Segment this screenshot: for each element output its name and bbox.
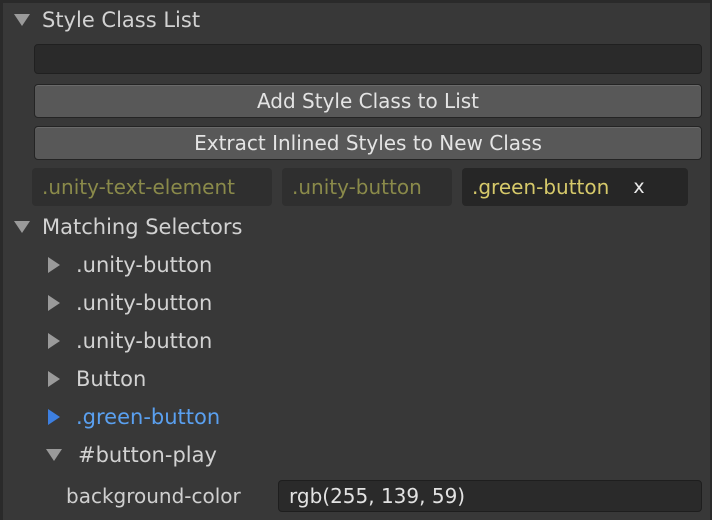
class-pill[interactable]: .unity-button bbox=[282, 168, 452, 206]
selector-label: Button bbox=[76, 367, 147, 391]
class-pill[interactable]: .unity-text-element bbox=[32, 168, 272, 206]
class-pill[interactable]: .green-button x bbox=[462, 168, 688, 206]
style-class-input[interactable] bbox=[34, 44, 702, 74]
property-name: background-color bbox=[66, 484, 241, 508]
style-class-list-title: Style Class List bbox=[42, 8, 201, 32]
remove-class-button[interactable]: x bbox=[633, 176, 644, 198]
style-class-list-foldout[interactable]: Style Class List bbox=[14, 4, 200, 36]
foldout-collapsed-icon bbox=[48, 371, 60, 387]
selector-item-highlighted[interactable]: .green-button bbox=[48, 401, 220, 433]
selector-label: .unity-button bbox=[76, 253, 213, 277]
add-style-class-button[interactable]: Add Style Class to List bbox=[34, 84, 702, 118]
selector-label: #button-play bbox=[78, 443, 217, 467]
property-value-field[interactable]: rgb(255, 139, 59) bbox=[278, 480, 702, 512]
selector-item-expanded[interactable]: #button-play bbox=[46, 439, 217, 471]
selector-label: .unity-button bbox=[76, 291, 213, 315]
foldout-expanded-icon bbox=[46, 449, 62, 461]
selector-item[interactable]: Button bbox=[48, 363, 146, 395]
foldout-collapsed-icon bbox=[48, 257, 60, 273]
selector-label: .unity-button bbox=[76, 329, 213, 353]
foldout-collapsed-icon bbox=[48, 409, 60, 425]
style-property-row: background-color rgb(255, 139, 59) bbox=[66, 478, 702, 514]
foldout-collapsed-icon bbox=[48, 333, 60, 349]
selector-item[interactable]: .unity-button bbox=[48, 325, 212, 357]
selector-label: .green-button bbox=[76, 405, 221, 429]
foldout-expanded-icon bbox=[14, 14, 30, 26]
foldout-expanded-icon bbox=[14, 221, 30, 233]
foldout-collapsed-icon bbox=[48, 295, 60, 311]
class-pill-label: .green-button bbox=[472, 175, 610, 199]
matching-selectors-foldout[interactable]: Matching Selectors bbox=[14, 211, 242, 243]
selector-item[interactable]: .unity-button bbox=[48, 249, 212, 281]
selector-item[interactable]: .unity-button bbox=[48, 287, 212, 319]
class-pill-label: .unity-text-element bbox=[42, 175, 235, 199]
class-pill-label: .unity-button bbox=[292, 175, 422, 199]
matching-selectors-title: Matching Selectors bbox=[42, 215, 243, 239]
extract-inlined-styles-button[interactable]: Extract Inlined Styles to New Class bbox=[34, 126, 702, 160]
